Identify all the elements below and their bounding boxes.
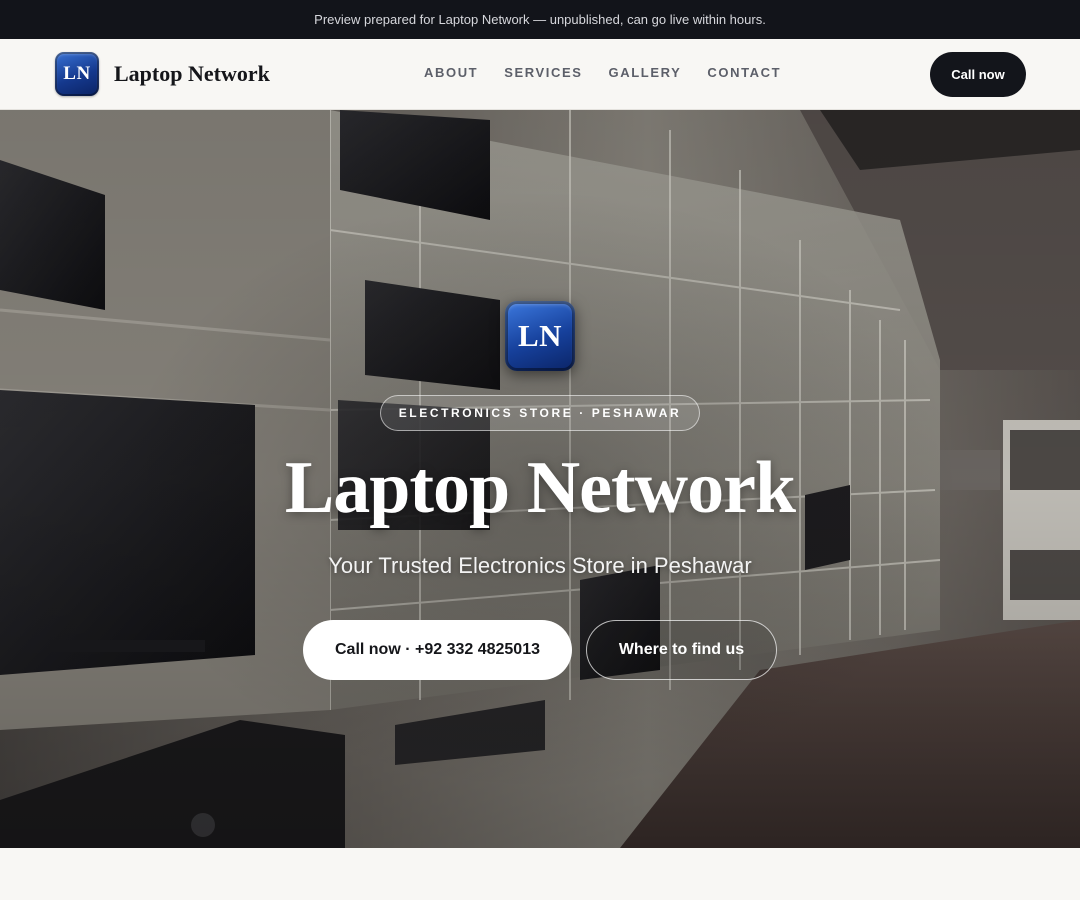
hero-section: LN ELECTRONICS STORE · PESHAWAR Laptop N… — [0, 110, 1080, 848]
preview-banner-text: Preview prepared for Laptop Network — un… — [314, 12, 766, 27]
nav-about[interactable]: ABOUT — [424, 65, 478, 80]
hero-eyebrow-pill: ELECTRONICS STORE · PESHAWAR — [380, 395, 700, 431]
hero-call-button[interactable]: Call now · +92 332 4825013 — [303, 620, 572, 680]
nav-services[interactable]: SERVICES — [504, 65, 582, 80]
hero-title: Laptop Network — [284, 447, 796, 529]
header-call-now-button[interactable]: Call now — [930, 52, 1026, 97]
brand-logo[interactable]: LN — [55, 52, 99, 96]
hero-subtitle: Your Trusted Electronics Store in Peshaw… — [328, 553, 752, 578]
hero-find-us-button[interactable]: Where to find us — [586, 620, 777, 680]
brand-name[interactable]: Laptop Network — [114, 61, 270, 87]
main-nav: ABOUT SERVICES GALLERY CONTACT — [424, 65, 781, 80]
preview-banner: Preview prepared for Laptop Network — un… — [0, 0, 1080, 39]
nav-gallery[interactable]: GALLERY — [609, 65, 682, 80]
hero-logo-initials: LN — [517, 318, 563, 353]
hero-eyebrow-text: ELECTRONICS STORE · PESHAWAR — [398, 406, 682, 420]
brand-logo-initials: LN — [63, 63, 91, 84]
nav-contact[interactable]: CONTACT — [707, 65, 781, 80]
hero-logo: LN — [505, 301, 575, 371]
next-section — [0, 848, 1080, 900]
site-header: LN Laptop Network ABOUT SERVICES GALLERY… — [0, 39, 1080, 110]
